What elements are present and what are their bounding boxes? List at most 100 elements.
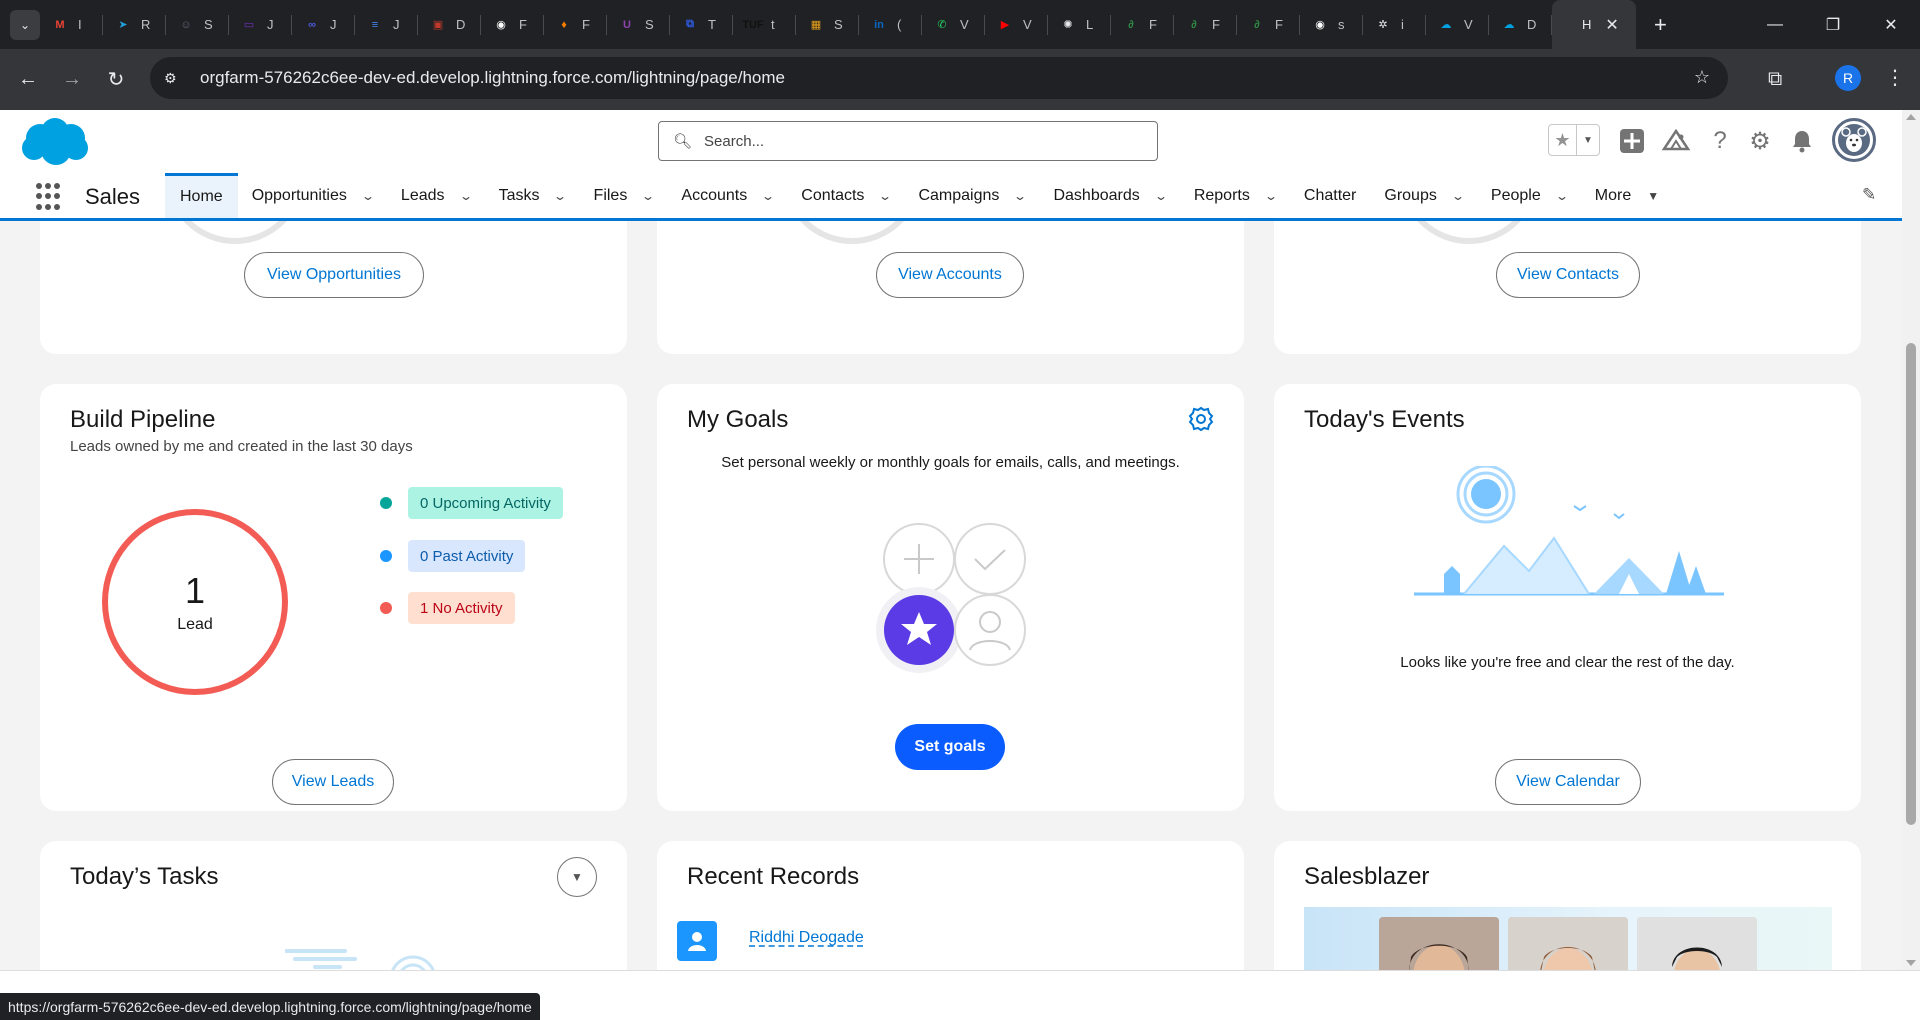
nav-tab-contacts[interactable]: Contacts ⌄ [787,173,904,218]
chevron-down-icon[interactable]: ⌄ [1013,189,1027,203]
nav-tab-reports[interactable]: Reports ⌄ [1180,173,1290,218]
nav-tab-tasks[interactable]: Tasks ⌄ [485,173,580,218]
chevron-down-icon[interactable]: ⌄ [1154,189,1168,203]
scrollbar-thumb[interactable] [1906,343,1916,825]
chevron-down-icon[interactable]: ⌄ [641,189,655,203]
browser-tab[interactable]: US [607,0,670,49]
scroll-down-arrow-icon[interactable] [1906,960,1916,966]
browser-tab[interactable]: ▶ V [985,0,1048,49]
browser-tab[interactable]: ▭ J [229,0,292,49]
browser-menu-icon[interactable]: ⋮ [1885,65,1905,90]
minimize-button[interactable]: — [1746,0,1804,49]
reload-button[interactable]: ↻ [94,67,138,92]
set-goals-button[interactable]: Set goals [895,724,1005,770]
recent-record-link[interactable]: Riddhi Deogade [749,929,864,947]
new-tab-button[interactable]: + [1654,12,1667,38]
nav-tab-groups[interactable]: Groups ⌄ [1370,173,1477,218]
user-avatar[interactable] [1832,118,1876,162]
browser-tab[interactable]: ⧉ T [670,0,733,49]
browser-tab[interactable]: ∂ F [1111,0,1174,49]
close-tab-icon[interactable]: ✕ [1605,15,1618,35]
nav-tab-opportunities[interactable]: Opportunities ⌄ [238,173,387,218]
browser-tab[interactable]: ✲ i [1363,0,1426,49]
browser-tab[interactable]: ✆ V [922,0,985,49]
view-contacts-button[interactable]: View Contacts [1496,252,1640,298]
browser-tab[interactable]: in ( [859,0,922,49]
back-button[interactable]: ← [6,68,50,91]
nav-tab-leads[interactable]: Leads ⌄ [387,173,485,218]
nav-tab-people[interactable]: People ⌄ [1477,173,1581,218]
favorites-button[interactable]: ★ ▼ [1548,124,1600,156]
browser-tab[interactable]: ◉ s [1300,0,1363,49]
address-bar[interactable]: ⚙ orgfarm-576262c6ee-dev-ed.develop.ligh… [150,57,1728,99]
chevron-down-icon[interactable]: ⌄ [553,189,567,203]
tasks-filter-dropdown-icon[interactable]: ▼ [557,857,597,897]
activity-legend-row[interactable]: 0 Upcoming Activity [380,487,563,519]
chevron-down-icon[interactable]: ⌄ [1451,189,1465,203]
edit-nav-pencil-icon[interactable]: ✎ [1862,185,1876,205]
browser-tab[interactable]: ♦ F [544,0,607,49]
profile-avatar[interactable]: R [1835,65,1861,91]
view-calendar-button[interactable]: View Calendar [1495,759,1641,805]
chevron-down-icon[interactable]: ⌄ [1555,189,1569,203]
browser-tab[interactable]: TUF t [733,0,796,49]
global-search[interactable]: 🔍︎ [658,121,1158,161]
app-launcher-icon[interactable] [36,183,64,211]
help-icon[interactable]: ? [1704,125,1736,157]
build-pipeline-title: Build Pipeline [70,406,216,433]
activity-legend-row[interactable]: 1 No Activity [380,592,515,624]
chevron-down-icon[interactable]: ⌄ [459,189,473,203]
chevron-down-icon[interactable]: ⌄ [878,189,892,203]
browser-tab[interactable]: ▣ D [418,0,481,49]
active-tab[interactable]: H ✕ [1552,0,1636,49]
close-window-button[interactable]: ✕ [1862,0,1920,49]
chevron-down-icon[interactable]: ⌄ [361,189,375,203]
browser-tab[interactable]: ≡ J [355,0,418,49]
salesforce-logo[interactable] [18,116,92,173]
nav-tab-dashboards[interactable]: Dashboards ⌄ [1039,173,1179,218]
browser-tab[interactable]: ∞ J [292,0,355,49]
chevron-down-icon[interactable]: ⌄ [1264,189,1278,203]
window-controls: — ❐ ✕ [1746,0,1920,49]
nav-tab-home[interactable]: Home [165,173,238,218]
view-accounts-button[interactable]: View Accounts [876,252,1024,298]
star-icon[interactable]: ★ [1549,125,1577,155]
global-actions-icon[interactable] [1616,125,1648,157]
forward-button[interactable]: → [50,68,94,91]
browser-tab[interactable]: ☁ D [1489,0,1552,49]
view-leads-button[interactable]: View Leads [272,759,394,805]
browser-tab[interactable]: ∂ F [1174,0,1237,49]
leads-donut-chart[interactable]: 1 Lead [102,509,288,695]
browser-tab[interactable]: MI [40,0,103,49]
bookmark-star-icon[interactable]: ☆ [1694,67,1710,88]
browser-tab[interactable]: ◉ F [481,0,544,49]
scroll-up-arrow-icon[interactable] [1906,114,1916,120]
page-scrollbar[interactable] [1902,110,1920,970]
browser-tab[interactable]: ☁ V [1426,0,1489,49]
site-info-icon[interactable]: ⚙ [164,70,194,87]
nav-tab-chatter[interactable]: Chatter [1290,173,1370,218]
browser-tab[interactable]: ▦ S [796,0,859,49]
nav-tab-files[interactable]: Files ⌄ [580,173,668,218]
browser-tab[interactable]: ➤ R [103,0,166,49]
nav-tab-accounts[interactable]: Accounts ⌄ [667,173,787,218]
extensions-icon[interactable]: ⧉ [1768,68,1782,91]
browser-tab[interactable]: ☺ S [166,0,229,49]
browser-tab[interactable]: ✺ L [1048,0,1111,49]
favorites-dropdown-icon[interactable]: ▼ [1577,125,1599,155]
salesblazer-banner-image[interactable] [1304,907,1832,970]
trailhead-icon[interactable] [1660,125,1692,157]
search-input[interactable] [704,132,1105,150]
view-opportunities-button[interactable]: View Opportunities [244,252,424,298]
chevron-down-icon[interactable]: ⌄ [761,189,775,203]
browser-tab[interactable]: ∂ F [1237,0,1300,49]
tab-search-button[interactable]: ⌄ [10,9,40,40]
notifications-bell-icon[interactable] [1786,125,1818,157]
nav-more-menu[interactable]: More ▼ [1581,173,1673,218]
nav-tab-campaigns[interactable]: Campaigns ⌄ [904,173,1039,218]
settings-gear-icon[interactable]: ⚙ [1744,125,1776,157]
activity-legend-row[interactable]: 0 Past Activity [380,540,526,572]
address-url[interactable]: orgfarm-576262c6ee-dev-ed.develop.lightn… [200,68,785,88]
goals-settings-gear-icon[interactable] [1188,406,1214,432]
restore-button[interactable]: ❐ [1804,0,1862,49]
